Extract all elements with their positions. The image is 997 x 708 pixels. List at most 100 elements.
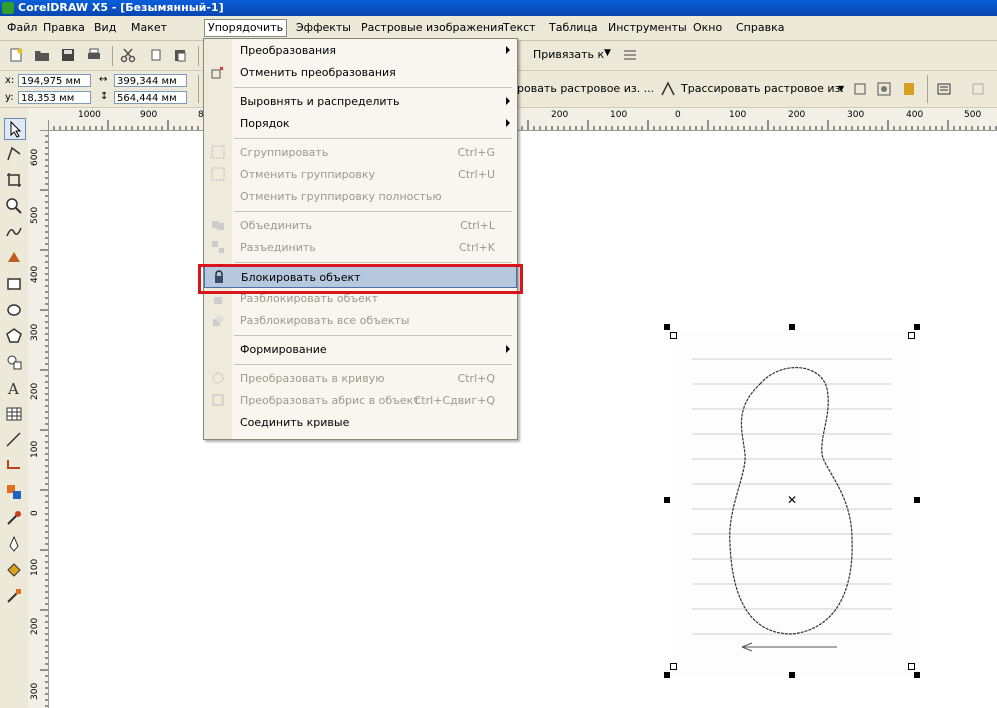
- center-marker-icon[interactable]: ✕: [787, 493, 797, 507]
- menu-item-align-distribute[interactable]: Выровнять и распределить: [204, 91, 517, 113]
- crop-corner-node[interactable]: [908, 663, 915, 670]
- ruler-origin[interactable]: [28, 108, 49, 131]
- vruler-label: 200: [30, 617, 40, 635]
- menu-tools[interactable]: Инструменты: [605, 20, 690, 36]
- menu-view[interactable]: Вид: [91, 20, 119, 36]
- menu-layout[interactable]: Макет: [128, 20, 170, 36]
- open-folder-icon[interactable]: [34, 47, 50, 63]
- menu-item-ungroup[interactable]: Отменить группировку Ctrl+U: [204, 164, 517, 186]
- menu-item-convert-outline[interactable]: Преобразовать абрис в объект Ctrl+Сдвиг+Q: [204, 390, 517, 412]
- menu-item-order[interactable]: Порядок: [204, 113, 517, 135]
- menu-separator: [234, 138, 512, 139]
- menu-file[interactable]: Файл: [4, 20, 40, 36]
- x-label: x:: [5, 75, 15, 86]
- ellipse-tool-icon[interactable]: [4, 300, 24, 320]
- snap-dropdown-arrow-icon[interactable]: ▼: [604, 48, 611, 58]
- hruler-label: 0: [675, 110, 681, 120]
- trace-bitmap-icon[interactable]: [660, 81, 676, 97]
- cut-icon[interactable]: [120, 47, 136, 63]
- height-input[interactable]: 564,444 мм: [114, 91, 187, 104]
- copy-icon[interactable]: [148, 47, 164, 63]
- rectangle-tool-icon[interactable]: [4, 274, 24, 294]
- menu-item-convert-to-curves[interactable]: Преобразовать в кривую Ctrl+Q: [204, 368, 517, 390]
- crop-bitmap-icon[interactable]: [852, 81, 868, 97]
- fill-tool-icon[interactable]: [4, 560, 24, 580]
- selection-handle[interactable]: [789, 672, 795, 678]
- hruler-label: 300: [847, 110, 865, 120]
- x-position-input[interactable]: 194,975 мм: [18, 74, 91, 87]
- combine-icon: [212, 221, 224, 230]
- menu-item-join-curves[interactable]: Соединить кривые: [204, 412, 517, 434]
- smart-fill-tool-icon[interactable]: [4, 248, 24, 268]
- menu-arrange[interactable]: Упорядочить: [204, 19, 288, 37]
- drawing-canvas[interactable]: ✕: [49, 131, 997, 708]
- selection-handle[interactable]: [664, 324, 670, 330]
- selection-handle[interactable]: [664, 672, 670, 678]
- horizontal-ruler[interactable]: 1000 900 800 200 100 0 100 200 300 400 5…: [48, 108, 997, 131]
- new-document-icon[interactable]: [8, 47, 24, 63]
- outline-pen-tool-icon[interactable]: [4, 534, 24, 554]
- menu-item-transformations[interactable]: Преобразования: [204, 40, 517, 62]
- menu-effects[interactable]: Эффекты: [293, 20, 354, 36]
- menu-window[interactable]: Окно: [690, 20, 725, 36]
- crop-corner-node[interactable]: [670, 332, 677, 339]
- menu-separator: [234, 364, 512, 365]
- vruler-label: 200: [30, 382, 40, 400]
- selection-handle[interactable]: [914, 497, 920, 503]
- pick-tool-icon[interactable]: [4, 118, 26, 140]
- snap-options-icon[interactable]: [622, 47, 638, 63]
- text-tool-icon[interactable]: A: [4, 378, 24, 398]
- parallel-dimension-tool-icon[interactable]: [4, 430, 24, 450]
- y-position-input[interactable]: 18,353 мм: [18, 91, 91, 104]
- print-icon[interactable]: [86, 47, 102, 63]
- menu-text[interactable]: Текст: [500, 20, 539, 36]
- menu-help[interactable]: Справка: [733, 20, 787, 36]
- arrange-menu: Преобразования Отменить преобразования В…: [203, 38, 518, 440]
- menu-table[interactable]: Таблица: [546, 20, 601, 36]
- menu-item-unlock-all[interactable]: Разблокировать все объекты: [204, 310, 517, 332]
- vertical-ruler[interactable]: 600 500 400 300 200 100 0 100 200 300: [28, 130, 49, 708]
- wrap-text-icon[interactable]: [936, 81, 952, 97]
- menu-item-break-apart[interactable]: Разъединить Ctrl+K: [204, 237, 517, 259]
- eyedropper-tool-icon[interactable]: [4, 508, 24, 528]
- menu-bitmaps[interactable]: Растровые изображения: [358, 20, 507, 36]
- blend-tool-icon[interactable]: [4, 482, 24, 502]
- menu-item-combine[interactable]: Объединить Ctrl+L: [204, 215, 517, 237]
- height-icon: ↕: [100, 91, 109, 102]
- freehand-tool-icon[interactable]: [4, 222, 24, 242]
- connector-tool-icon[interactable]: [4, 456, 24, 476]
- edit-bitmap-button[interactable]: ровать растровое из. ...: [517, 82, 654, 95]
- menu-edit[interactable]: Правка: [40, 20, 88, 36]
- selection-handle[interactable]: [789, 324, 795, 330]
- menu-item-shaping[interactable]: Формирование: [204, 339, 517, 361]
- selection-handle[interactable]: [664, 497, 670, 503]
- menu-item-group[interactable]: Сгруппировать Ctrl+G: [204, 142, 517, 164]
- snap-to-dropdown[interactable]: Привязать к: [533, 48, 604, 61]
- selection-handle[interactable]: [914, 324, 920, 330]
- bitmap-color-mask-icon[interactable]: [901, 81, 917, 97]
- resample-icon[interactable]: [876, 81, 892, 97]
- width-input[interactable]: 399,344 мм: [114, 74, 187, 87]
- paste-icon[interactable]: [172, 47, 188, 63]
- zoom-tool-icon[interactable]: [4, 196, 24, 216]
- to-front-icon[interactable]: [970, 81, 986, 97]
- shape-tool-icon[interactable]: [4, 144, 24, 164]
- crop-corner-node[interactable]: [670, 663, 677, 670]
- crop-corner-node[interactable]: [908, 332, 915, 339]
- save-icon[interactable]: [60, 47, 76, 63]
- trace-bitmap-button[interactable]: Трассировать растровое из.: [681, 82, 844, 95]
- polygon-tool-icon[interactable]: [4, 326, 24, 346]
- vruler-label: 300: [30, 323, 40, 341]
- interactive-fill-tool-icon[interactable]: [4, 586, 24, 606]
- selection-handle[interactable]: [914, 672, 920, 678]
- hruler-label: 100: [610, 110, 628, 120]
- menu-item-clear-transformations[interactable]: Отменить преобразования: [204, 62, 517, 84]
- trace-dropdown-arrow-icon[interactable]: ▼: [838, 84, 844, 93]
- menu-item-ungroup-all[interactable]: Отменить группировку полностью: [204, 186, 517, 208]
- table-tool-icon[interactable]: [4, 404, 24, 424]
- basic-shapes-tool-icon[interactable]: [4, 352, 24, 372]
- menu-separator: [234, 335, 512, 336]
- crop-tool-icon[interactable]: [4, 170, 24, 190]
- vruler-label: 400: [30, 265, 40, 283]
- menu-separator: [234, 211, 512, 212]
